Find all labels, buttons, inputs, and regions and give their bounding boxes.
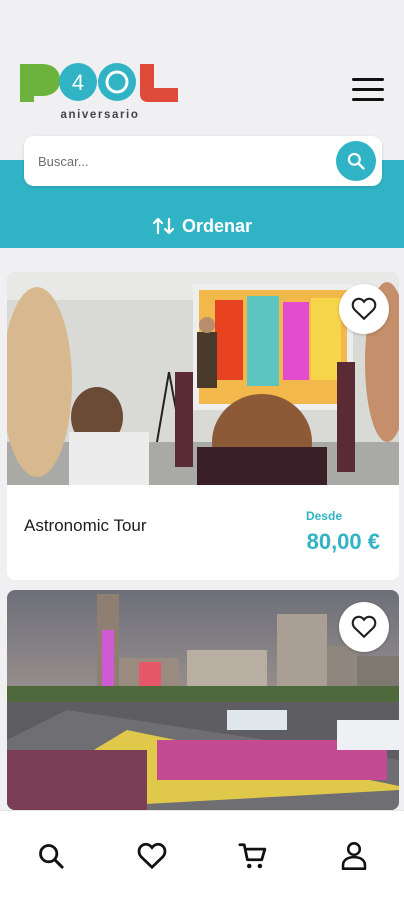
- sort-arrows-icon: [152, 217, 175, 235]
- logo: 4 aniversario: [20, 63, 178, 121]
- nav-cart-button[interactable]: [228, 831, 278, 881]
- activity-image[interactable]: [7, 272, 399, 485]
- activity-title: Astronomic Tour: [24, 516, 147, 535]
- heart-outline-icon: [351, 297, 377, 321]
- cart-icon: [238, 842, 266, 868]
- activity-card[interactable]: [7, 590, 399, 810]
- heart-icon: [137, 842, 166, 869]
- hamburger-menu-button[interactable]: [352, 78, 390, 106]
- price-prefix: Desde: [305, 509, 342, 523]
- heart-outline-icon: [351, 615, 377, 639]
- hamburger-menu-icon: [352, 78, 384, 81]
- activity-image[interactable]: [7, 590, 399, 810]
- nav-favorites-button[interactable]: [127, 831, 177, 881]
- activity-card[interactable]: Astronomic Tour Desde 80,00 €: [7, 272, 399, 580]
- favorite-button[interactable]: [339, 602, 389, 652]
- logo-subtitle: aniversario: [61, 109, 140, 121]
- search-button[interactable]: [336, 141, 376, 181]
- nav-profile-button[interactable]: [329, 831, 379, 881]
- favorite-button[interactable]: [339, 284, 389, 334]
- sort-button[interactable]: Ordenar: [0, 206, 404, 246]
- search-bar: [24, 136, 382, 186]
- sort-label: Ordenar: [181, 215, 253, 236]
- activity-price: 80,00 €: [306, 529, 380, 554]
- nav-search-button[interactable]: [26, 831, 76, 881]
- svg-text:4: 4: [72, 70, 84, 95]
- search-icon: [38, 843, 64, 869]
- search-icon: [347, 152, 365, 170]
- bottom-navigation: [0, 810, 404, 900]
- activity-info: Astronomic Tour Desde 80,00 €: [7, 485, 399, 580]
- user-icon: [341, 841, 366, 870]
- search-input[interactable]: [38, 150, 328, 172]
